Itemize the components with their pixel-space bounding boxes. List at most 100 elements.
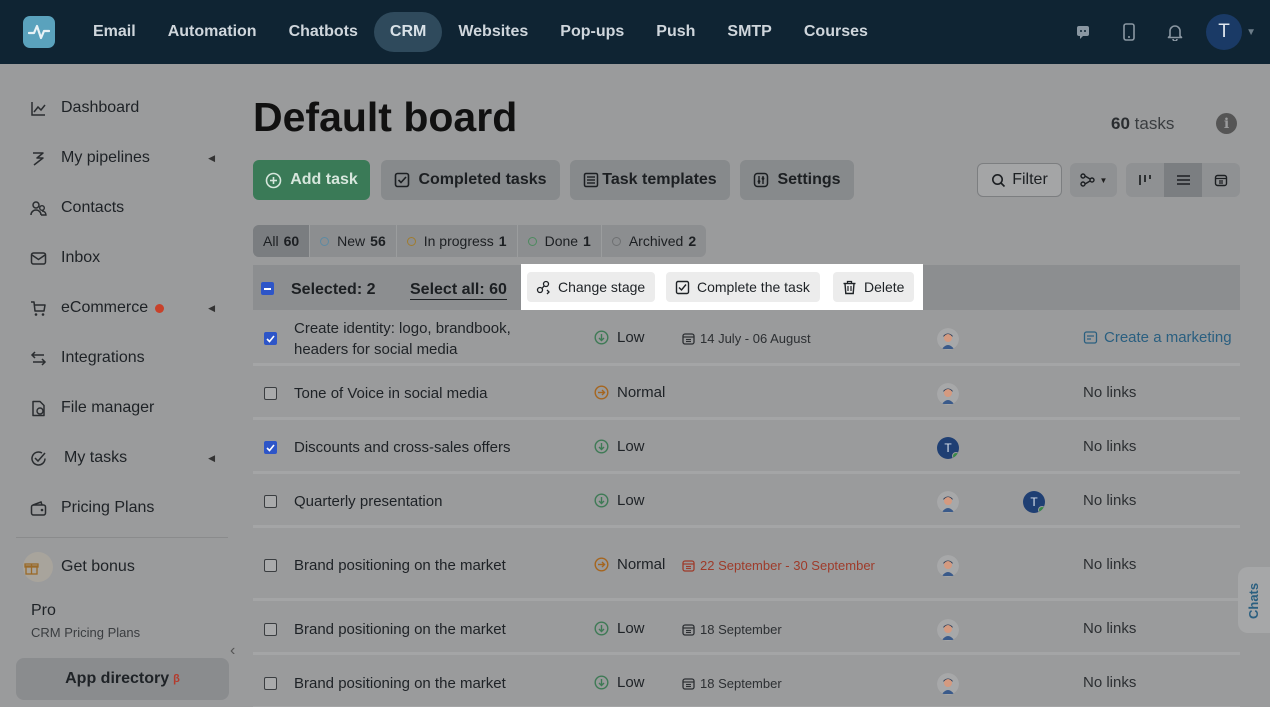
sidebar-item-my-tasks[interactable]: My tasks ◀ [30,443,215,473]
chevron-left-icon[interactable]: ◀ [208,153,215,164]
priority-badge: Normal [594,556,665,573]
assignee-avatar[interactable] [937,491,959,513]
sidebar-item-file-manager[interactable]: File manager [30,393,215,423]
assignee-avatar[interactable] [937,328,959,350]
mobile-phone-icon[interactable] [1106,0,1152,64]
beta-badge: β [173,673,180,685]
collapse-sidebar-icon[interactable]: ‹ [230,642,235,660]
sidebar-item-label: Get bonus [61,558,135,575]
priority-label: Low [617,620,645,637]
file-icon [32,400,45,416]
list-view-icon[interactable] [1164,163,1202,197]
kanban-view-icon[interactable] [1126,163,1164,197]
row-checkbox[interactable] [264,332,277,345]
bell-icon[interactable] [1152,0,1198,64]
select-all-link[interactable]: Select all: 60 [410,281,507,300]
tab-done[interactable]: Done 1 [518,225,602,257]
table-row[interactable]: Discounts and cross-sales offers Low T No l… [253,423,1240,474]
info-icon[interactable]: i [1216,113,1237,134]
task-name[interactable]: Quarterly presentation [294,491,554,512]
app-directory-button[interactable]: App directory β [16,658,229,700]
priority-label: Low [617,329,645,346]
table-row[interactable]: Quarterly presentation Low T No links [253,477,1240,528]
assignee-avatar[interactable]: T [937,437,959,459]
sidebar-item-ecommerce[interactable]: eCommerce ◀ [30,293,215,323]
task-link: No links [1083,674,1136,691]
row-checkbox[interactable] [264,559,277,572]
tab-new[interactable]: New 56 [310,225,397,257]
row-checkbox[interactable] [264,387,277,400]
change-stage-button[interactable]: Change stage [527,272,656,302]
chat-bubble-icon[interactable] [1060,0,1106,64]
task-name[interactable]: Discounts and cross-sales offers [294,437,554,458]
task-deadline: 14 July - 06 August [682,331,811,346]
nav-automation[interactable]: Automation [152,12,273,52]
nav-chatbots[interactable]: Chatbots [273,12,374,52]
assignee-avatar[interactable] [937,555,959,577]
calendar-icon [682,560,695,572]
arrow-down-circle-icon [594,621,609,636]
chevron-down-icon[interactable]: ▼ [1246,27,1256,38]
sidebar-item-get-bonus[interactable]: Get bonus [23,552,215,582]
delete-button[interactable]: Delete [833,272,915,302]
task-name[interactable]: Brand positioning on the market [294,673,554,694]
observer-avatar[interactable]: T [1023,491,1045,513]
chevron-left-icon[interactable]: ◀ [208,303,215,314]
task-deadline: 22 September - 30 September [682,558,875,573]
nav-crm[interactable]: CRM [373,12,443,52]
tab-archived[interactable]: Archived 2 [602,225,706,257]
checkbox-icon [675,280,690,294]
assignee-avatar[interactable] [937,383,959,405]
nav-websites[interactable]: Websites [442,12,544,52]
nav-popups[interactable]: Pop-ups [544,12,640,52]
task-name[interactable]: Brand positioning on the market [294,619,554,640]
table-row[interactable]: Brand positioning on the market Low 18 Sep… [253,604,1240,655]
table-row[interactable]: Brand positioning on the market Low 18 Sep… [253,658,1240,707]
sidebar-item-contacts[interactable]: Contacts [30,193,215,223]
tab-in-progress[interactable]: In progress 1 [397,225,518,257]
row-checkbox[interactable] [264,441,277,454]
sidebar-item-label: File manager [61,399,155,416]
user-avatar[interactable]: T [1206,14,1243,50]
row-checkbox[interactable] [264,677,277,690]
task-templates-button[interactable]: Task templates [570,160,730,200]
task-name[interactable]: Tone of Voice in social media [294,383,554,404]
task-name[interactable]: Brand positioning on the market [294,555,554,576]
filter-button[interactable]: Filter [977,163,1062,197]
add-task-button[interactable]: Add task [253,160,370,200]
plan-subtitle[interactable]: CRM Pricing Plans [31,625,140,640]
arrow-down-circle-icon [594,493,609,508]
row-checkbox[interactable] [264,495,277,508]
nav-courses[interactable]: Courses [788,12,884,52]
app-logo-icon[interactable] [23,16,55,48]
sidebar-item-dashboard[interactable]: Dashboard [30,93,215,123]
nav-email[interactable]: Email [77,12,152,52]
sidebar-item-pricing-plans[interactable]: Pricing Plans [30,493,215,523]
sidebar-item-my-pipelines[interactable]: My pipelines ◀ [30,143,215,173]
nav-smtp[interactable]: SMTP [711,12,787,52]
shopping-cart-icon [31,300,46,316]
trash-icon [843,280,856,294]
calendar-view-icon[interactable] [1202,163,1240,197]
arrow-down-circle-icon [594,439,609,454]
completed-tasks-button[interactable]: Completed tasks [381,160,560,200]
assignee-avatar[interactable] [937,619,959,641]
settings-button[interactable]: Settings [740,160,854,200]
table-row[interactable]: Tone of Voice in social media Normal No li… [253,369,1240,420]
sort-dropdown-button[interactable]: ▼ [1070,163,1117,197]
sidebar-item-integrations[interactable]: Integrations [30,343,215,373]
task-link[interactable]: Create a marketing [1083,329,1232,346]
tab-all[interactable]: All 60 [253,225,311,257]
chats-tab[interactable]: Chats [1238,567,1270,633]
chevron-left-icon[interactable]: ◀ [208,453,215,464]
task-name[interactable]: Create identity: logo, brandbook, header… [294,318,554,360]
table-row[interactable]: Create identity: logo, brandbook, header… [253,312,1240,366]
complete-task-button[interactable]: Complete the task [666,272,820,302]
nav-push[interactable]: Push [640,12,711,52]
sidebar-item-inbox[interactable]: Inbox [30,243,215,273]
assignee-avatar[interactable] [937,673,959,695]
branch-icon [1079,173,1095,187]
table-row[interactable]: Brand positioning on the market Normal 22 … [253,531,1240,601]
row-checkbox[interactable] [264,623,277,636]
select-all-checkbox[interactable] [261,282,274,295]
